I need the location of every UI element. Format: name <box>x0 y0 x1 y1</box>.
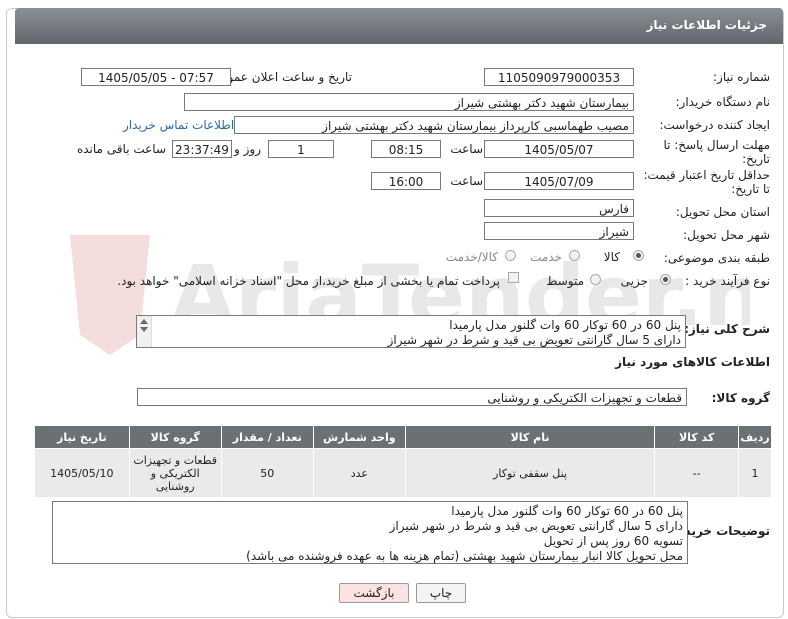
province-label: استان محل تحویل: <box>675 205 770 219</box>
cell-row: 1 <box>738 448 772 498</box>
print-button[interactable]: چاپ <box>416 583 466 603</box>
category-option-service: خدمت <box>530 250 562 264</box>
price-validity-date: 1405/07/09 <box>484 172 634 190</box>
col-row: ردیف <box>738 425 772 449</box>
price-validity-time-label: ساعت <box>450 174 483 188</box>
treasury-payment-note: پرداخت تمام یا بخشی از مبلغ خرید،از محل … <box>117 274 500 288</box>
category-radio-service[interactable] <box>569 250 580 261</box>
price-validity-label-2: تا تاریخ: <box>731 182 770 196</box>
col-name: نام کالا <box>404 425 656 449</box>
col-unit: واحد شمارش <box>312 425 406 449</box>
city-label: شهر محل تحویل: <box>683 228 770 242</box>
category-option-both: کالا/خدمت <box>445 250 498 264</box>
description-scrollbar[interactable] <box>137 316 152 347</box>
col-date: تاریخ نیاز <box>34 425 130 449</box>
goods-table-header: ردیف کد کالا نام کالا واحد شمارش تعداد /… <box>34 425 772 449</box>
category-option-goods: کالا <box>603 250 620 264</box>
cell-code: -- <box>654 448 740 498</box>
col-group: گروه کالا <box>128 425 222 449</box>
category-radio-goods[interactable] <box>633 250 644 261</box>
goods-section-title: اطلاعات کالاهای مورد نیاز <box>615 355 770 369</box>
description-line-2: دارای 5 سال گارانتی تعویض بی قید و شرط د… <box>387 333 681 347</box>
col-qty: تعداد / مقدار <box>220 425 314 449</box>
remaining-time: 23:37:49 <box>172 140 232 158</box>
page-title: جزئیات اطلاعات نیاز <box>646 18 767 32</box>
reply-deadline-time-label: ساعت <box>450 142 483 156</box>
process-radio-medium[interactable] <box>590 274 601 285</box>
buyer-org-field: بیمارستان شهید دکتر بهشتی شیراز <box>184 93 634 111</box>
process-type-label: نوع فرآیند خرید : <box>685 274 770 288</box>
days-label: روز و <box>234 142 261 156</box>
category-radio-both[interactable] <box>505 250 516 261</box>
cell-name: پنل سقفی توکار <box>404 448 656 498</box>
buyer-notes-line-4: محل تحویل کالا انبار بیمارستان شهید بهشت… <box>246 549 683 563</box>
requester-field: مصیب طهماسبی کارپرداز بیمارستان شهید دکت… <box>234 116 634 134</box>
reply-deadline-time: 08:15 <box>371 140 441 158</box>
description-label: شرح کلی نیاز: <box>684 322 770 336</box>
province-field: فارس <box>484 199 634 217</box>
cell-group: قطعات و تجهیزات الکتریکی و روشنایی <box>128 448 222 498</box>
goods-table: ردیف کد کالا نام کالا واحد شمارش تعداد /… <box>34 425 772 498</box>
reply-deadline-label-1: مهلت ارسال پاسخ: تا <box>663 138 770 152</box>
remaining-label: ساعت باقی مانده <box>76 142 166 156</box>
goods-group-field: قطعات و تجهیزات الکتریکی و روشنایی <box>137 388 687 406</box>
city-field: شیراز <box>484 222 634 240</box>
reply-deadline-days: 1 <box>268 140 334 158</box>
cell-qty: 50 <box>220 448 314 498</box>
price-validity-time: 16:00 <box>371 172 441 190</box>
requester-label: ایجاد کننده درخواست: <box>659 118 770 132</box>
price-validity-label-1: حداقل تاریخ اعتبار قیمت: <box>643 168 770 182</box>
description-textarea[interactable]: پنل 60 در 60 توکار 60 وات گلنور مدل پارم… <box>136 315 686 348</box>
process-option-medium: متوسط <box>546 274 584 288</box>
process-option-minor: جزیی <box>620 274 648 288</box>
page-header: جزئیات اطلاعات نیاز <box>15 8 783 44</box>
buyer-notes-textarea[interactable]: پنل 60 در 60 توکار 60 وات گلنور مدل پارم… <box>52 501 688 564</box>
buyer-org-label: نام دستگاه خریدار: <box>675 95 771 109</box>
category-label: طبقه بندی موضوعی: <box>663 251 770 265</box>
reply-deadline-label-2: تاریخ: <box>742 152 770 166</box>
announce-datetime-field: 1405/05/05 - 07:57 <box>81 68 231 86</box>
reply-deadline-date: 1405/05/07 <box>484 140 634 158</box>
table-row: 1 -- پنل سقفی توکار عدد 50 قطعات و تجهیز… <box>34 448 772 498</box>
buyer-notes-line-3: تسویه 60 روز پس از تحویل <box>543 534 683 548</box>
buyer-notes-line-1: پنل 60 در 60 توکار 60 وات گلنور مدل پارم… <box>451 504 683 518</box>
process-radio-minor[interactable] <box>660 274 671 285</box>
buyer-notes-line-2: دارای 5 سال گارانتی تعویض بی قید و شرط د… <box>389 519 683 533</box>
col-code: کد کالا <box>654 425 740 449</box>
buyer-contact-link[interactable]: اطلاعات تماس خریدار <box>123 118 234 132</box>
cell-unit: عدد <box>312 448 406 498</box>
need-number-label: شماره نیاز: <box>713 70 770 84</box>
need-number-field: 1105090979000353 <box>484 68 634 86</box>
back-button[interactable]: بازگشت <box>339 583 409 603</box>
cell-date: 1405/05/10 <box>34 448 130 498</box>
description-line-1: پنل 60 در 60 توکار 60 وات گلنور مدل پارم… <box>449 318 681 332</box>
treasury-payment-checkbox[interactable] <box>508 272 519 283</box>
goods-group-label: گروه کالا: <box>711 391 770 405</box>
